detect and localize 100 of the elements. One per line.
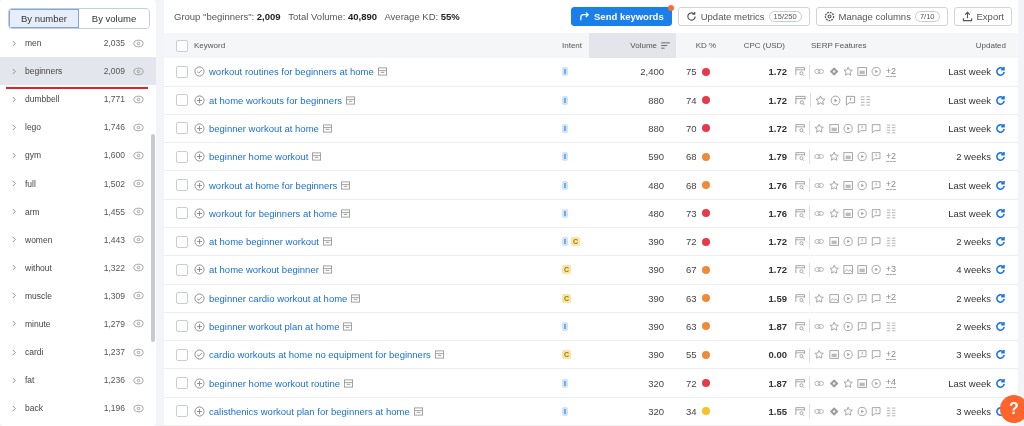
keyword-link[interactable]: beginner home workout xyxy=(209,151,309,163)
more-features-link[interactable]: +3 xyxy=(885,264,896,275)
keyword-link[interactable]: at home workout beginner xyxy=(209,264,319,276)
column-header[interactable]: Volume xyxy=(589,33,676,59)
group-item[interactable]: cardi 1,237 xyxy=(0,338,156,367)
group-count: 1,455 xyxy=(103,206,125,217)
group-count: 1,237 xyxy=(103,347,125,358)
group-item[interactable]: lego 1,746 xyxy=(0,113,156,142)
group-count: 2,009 xyxy=(103,66,125,77)
group-item[interactable]: arm 1,455 xyxy=(0,197,156,226)
volume-cell-text: 590 xyxy=(647,151,665,163)
more-features-link[interactable]: +4 xyxy=(885,378,896,388)
cpc-value: 1.72 xyxy=(767,66,788,78)
group-count: 1,309 xyxy=(103,290,125,301)
kd-value: 68 xyxy=(686,151,697,163)
kd-value: 72 xyxy=(686,236,697,248)
volume-cell-text: 320 xyxy=(647,405,665,417)
keyword-link[interactable]: at home beginner workout xyxy=(209,236,319,248)
group-item[interactable]: women 1,443 xyxy=(0,225,156,254)
keyword-link[interactable]: workout routines for beginners at home xyxy=(209,66,374,78)
group-count: 1,196 xyxy=(103,403,125,414)
volume-cell-text: 880 xyxy=(647,94,665,106)
column-header[interactable]: SERP Features xyxy=(791,33,896,59)
keyword-link[interactable]: at home workouts for beginners xyxy=(209,94,343,106)
column-header[interactable]: Keyword xyxy=(192,33,556,59)
cpc-value: 1.72 xyxy=(767,94,788,106)
keyword-link[interactable]: beginner home workout routine xyxy=(209,377,340,389)
group-item[interactable]: men 2,035 xyxy=(0,29,156,58)
keyword-link[interactable]: beginner workout plan at home xyxy=(209,320,340,332)
group-label: women xyxy=(25,234,54,245)
group-count: 1,443 xyxy=(103,234,125,245)
group-item[interactable]: minute 1,279 xyxy=(0,309,156,339)
group-count: 1,502 xyxy=(103,178,125,189)
group-count: 1,600 xyxy=(103,150,125,161)
cpc-value: 1.59 xyxy=(767,292,788,304)
group-item[interactable]: full 1,502 xyxy=(0,169,156,198)
keyword-link[interactable]: cardio workouts at home no equipment for beginners xyxy=(209,349,431,361)
kd-value: 55 xyxy=(686,349,697,361)
kd-value: 70 xyxy=(686,122,697,134)
more-features-link[interactable]: +2 xyxy=(885,293,896,304)
keyword-link[interactable]: beginner cardio workout at home xyxy=(209,292,348,304)
cpc-value: 1.72 xyxy=(767,236,788,248)
volume-cell-text: 390 xyxy=(647,292,665,304)
column-header[interactable]: Intent xyxy=(556,33,589,59)
kd-value: 63 xyxy=(686,320,697,332)
more-features-link[interactable]: +2 xyxy=(885,180,896,191)
kd-value: 34 xyxy=(686,405,697,417)
group-item[interactable]: back 1,196 xyxy=(0,394,156,423)
group-label: lego xyxy=(25,122,43,133)
kd-value: 73 xyxy=(686,207,697,219)
group-count: 1,746 xyxy=(103,122,125,133)
group-count: 2,035 xyxy=(103,38,125,49)
keyword-link[interactable]: beginner workout at home xyxy=(209,122,319,134)
updated-value: 2 weeks xyxy=(956,292,991,304)
keyword-link[interactable]: workout for beginners at home xyxy=(209,207,338,219)
group-item[interactable]: beginners 2,009 xyxy=(0,57,156,86)
volume-cell-text: 480 xyxy=(647,179,665,191)
updated-value: Last week xyxy=(948,66,991,78)
cpc-value: 1.87 xyxy=(767,320,788,332)
group-label: dumbbell xyxy=(25,94,61,105)
group-label: cardi xyxy=(25,347,45,358)
column-header[interactable]: Updated xyxy=(896,33,1018,59)
export-button[interactable]: Export xyxy=(953,7,1012,26)
volume-cell-text: 320 xyxy=(647,377,665,389)
group-label: beginners xyxy=(25,66,64,77)
volume-cell-text: 390 xyxy=(647,349,665,361)
group-summary: Group "beginners": 2,009 Total Volume: 40,890 Average KD: 55% xyxy=(174,11,460,22)
keyword-link[interactable]: calisthenics workout plan for beginners at home xyxy=(209,405,410,417)
group-item[interactable]: dumbbell 1,771 xyxy=(0,85,156,114)
kd-value: 67 xyxy=(686,264,697,276)
kd-value: 75 xyxy=(686,66,697,78)
column-header[interactable]: CPC (USD) xyxy=(736,33,791,59)
updated-value: 4 weeks xyxy=(956,264,991,276)
group-item[interactable]: muscle 1,309 xyxy=(0,281,156,310)
group-count: 1,771 xyxy=(103,94,125,105)
kd-value: 74 xyxy=(686,94,697,106)
group-count: 1,236 xyxy=(103,375,125,386)
kd-value: 63 xyxy=(686,292,697,304)
updated-value: 2 weeks xyxy=(956,151,991,163)
group-item[interactable]: fat 1,236 xyxy=(0,366,156,395)
group-count: 1,322 xyxy=(103,262,125,273)
updated-value: Last week xyxy=(948,207,991,219)
group-label: men xyxy=(25,38,43,49)
group-tab[interactable]: By number xyxy=(9,9,79,28)
group-item[interactable]: without 1,322 xyxy=(0,253,156,282)
send-keywords-button[interactable]: Send keywords xyxy=(571,7,672,26)
volume-cell-text: 390 xyxy=(647,264,665,276)
more-features-link[interactable]: +2 xyxy=(885,66,896,77)
keyword-link[interactable]: workout at home for beginners xyxy=(209,179,338,191)
more-features-link[interactable]: +2 xyxy=(885,349,896,360)
volume-cell-text: 480 xyxy=(647,207,665,219)
group-label: muscle xyxy=(25,290,53,301)
updated-value: 2 weeks xyxy=(956,320,991,332)
column-header[interactable]: KD % xyxy=(676,33,736,59)
more-features-link[interactable]: +2 xyxy=(885,151,896,162)
group-label: minute xyxy=(25,319,52,329)
group-label: arm xyxy=(25,206,41,217)
kd-value: 72 xyxy=(686,377,697,389)
cpc-value: 1.55 xyxy=(767,405,788,417)
group-item[interactable]: gym 1,600 xyxy=(0,141,156,170)
